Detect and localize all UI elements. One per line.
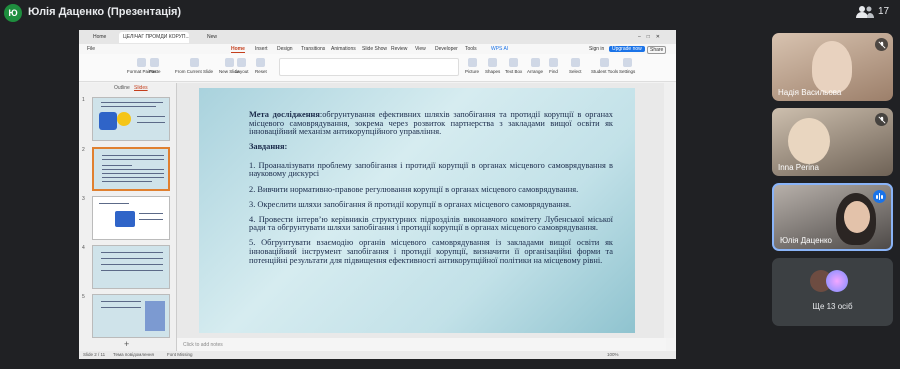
shapes-button[interactable]: Shapes — [485, 58, 500, 74]
student-icon — [600, 58, 610, 67]
menu-review[interactable]: Review — [391, 46, 407, 52]
slide-canvas: Мета дослідження:обгрунтування ефективни… — [177, 83, 666, 338]
menu-bar: File Home Insert Design Transitions Anim… — [79, 44, 676, 54]
brush-icon — [137, 58, 147, 67]
slide-task-1: 1. Проаналізувати проблему запобігання і… — [249, 160, 613, 179]
find-button[interactable]: Find — [549, 58, 558, 74]
shared-presentation-window: Home ЦЕЛІЧАГ ПРОМДИ КОРУП... New –□✕ Fil… — [79, 30, 676, 359]
participant-name: Юлія Даценко — [780, 236, 832, 245]
mic-off-icon — [875, 38, 888, 51]
upgrade-button[interactable]: Upgrade now — [609, 46, 645, 52]
tab-slides[interactable]: Slides — [134, 85, 148, 91]
add-slide-icon[interactable]: + — [124, 339, 129, 349]
participant-count: 17 — [878, 6, 890, 17]
slide-thumbnail-1[interactable] — [92, 97, 170, 141]
window-controls[interactable]: –□✕ — [634, 32, 670, 43]
slide-task-4: 4. Провести інтерв’ю керівників структур… — [249, 214, 613, 233]
picture-button[interactable]: Picture — [465, 58, 479, 74]
notes-field[interactable]: Click to add notes — [177, 338, 666, 351]
from-current-slide-button[interactable]: From Current Slide — [175, 58, 213, 74]
thumbnail-number: 1 — [82, 97, 85, 103]
sign-in-link[interactable]: Sign in — [589, 46, 604, 52]
people-icon[interactable] — [856, 5, 874, 19]
gear-icon — [622, 58, 632, 67]
mic-off-icon — [875, 113, 888, 126]
status-bar: Slide 2 / 11 Тема повідомлення Font Miss… — [79, 351, 676, 359]
tab-outline[interactable]: Outline — [114, 85, 130, 91]
slide-thumbnail-4[interactable] — [92, 245, 170, 289]
thumbnail-number: 5 — [82, 294, 85, 300]
reset-button[interactable]: Reset — [255, 58, 267, 74]
clipboard-icon — [150, 58, 160, 67]
participant-tile-2[interactable]: Inna Perina — [772, 108, 893, 176]
meeting-top-bar: Ю Юлія Даценко (Презентація) 17 — [0, 0, 900, 26]
text-box-icon — [509, 58, 519, 67]
tab-home[interactable]: Home — [89, 32, 110, 43]
menu-home[interactable]: Home — [231, 46, 245, 53]
arrange-button[interactable]: Arrange — [527, 58, 543, 74]
menu-transitions[interactable]: Transitions — [301, 46, 325, 52]
menu-file[interactable]: File — [87, 46, 95, 52]
font-missing-notice[interactable]: Font Missing — [167, 352, 193, 357]
share-button[interactable]: Share — [647, 46, 667, 54]
slide-body-text: Мета дослідження:обгрунтування ефективни… — [249, 110, 613, 272]
select-button[interactable]: Select — [569, 58, 582, 74]
thumbnail-number: 3 — [82, 196, 85, 202]
participant-tile-3[interactable]: Юлія Даценко — [772, 183, 893, 251]
tab-new[interactable]: New — [203, 32, 221, 43]
theme-name: Тема повідомлення — [113, 352, 154, 357]
right-tool-strip[interactable] — [664, 83, 674, 338]
thumbnail-number: 4 — [82, 245, 85, 251]
font-controls[interactable] — [279, 58, 459, 76]
slide-task-5: 5. Обгрунтувати взаємодію органів місцев… — [249, 238, 613, 265]
menu-slide-show[interactable]: Slide Show — [362, 46, 387, 52]
slide-task-2: 2. Вивчити нормативно-правове регулюванн… — [249, 184, 579, 194]
layout-icon — [237, 58, 247, 67]
tab-document[interactable]: ЦЕЛІЧАГ ПРОМДИ КОРУП... — [119, 32, 189, 43]
new-slide-icon — [224, 58, 234, 67]
current-slide[interactable]: Мета дослідження:обгрунтування ефективни… — [199, 88, 635, 333]
participant-tile-1[interactable]: Надія Васильова — [772, 33, 893, 101]
slide-counter: Slide 2 / 11 — [83, 352, 106, 357]
participant-name: Надія Васильова — [778, 88, 842, 97]
menu-tools[interactable]: Tools — [465, 46, 477, 52]
paste-button[interactable]: Paste — [149, 58, 161, 74]
layout-button[interactable]: Layout — [235, 58, 249, 74]
cursor-icon — [570, 58, 580, 67]
slide-thumbnails-panel: Outline Slides 1 2 3 4 5 + — [79, 83, 177, 351]
slide-thumbnail-2[interactable] — [92, 147, 170, 191]
others-label: Ще 13 осіб — [812, 302, 853, 311]
search-icon — [549, 58, 558, 67]
menu-developer[interactable]: Developer — [435, 46, 458, 52]
thumbnail-number: 2 — [82, 147, 85, 153]
picture-icon — [467, 58, 477, 67]
ribbon-toolbar: Format Painter Paste From Current Slide … — [79, 54, 676, 82]
zoom-level[interactable]: 100% — [607, 352, 619, 357]
bottom-control-strip — [0, 362, 900, 369]
arrange-icon — [530, 58, 540, 67]
speaking-indicator-icon — [873, 190, 886, 203]
slide-thumbnail-3[interactable] — [92, 196, 170, 240]
menu-design[interactable]: Design — [277, 46, 293, 52]
presenter-title: Юлія Даценко (Презентація) — [28, 6, 182, 18]
menu-insert[interactable]: Insert — [255, 46, 268, 52]
presenter-avatar: Ю — [4, 4, 22, 22]
app-tab-bar: Home ЦЕЛІЧАГ ПРОМДИ КОРУП... New –□✕ — [79, 30, 676, 44]
play-icon — [189, 58, 199, 67]
participant-name: Inna Perina — [778, 163, 819, 172]
slide-tasks-title: Завдання: — [249, 142, 288, 152]
slide-task-3: 3. Окреслити шляхи запобігання й протиді… — [249, 199, 572, 209]
shapes-icon — [488, 58, 498, 67]
slide-thumbnail-5[interactable] — [92, 294, 170, 338]
menu-wps-ai[interactable]: WPS AI — [491, 46, 508, 52]
text-box-button[interactable]: Text Box — [505, 58, 522, 74]
others-tile[interactable]: Ще 13 осіб — [772, 258, 893, 326]
settings-button[interactable]: Settings — [619, 58, 635, 74]
reset-icon — [256, 58, 266, 67]
avatar — [826, 270, 848, 292]
menu-animations[interactable]: Animations — [331, 46, 356, 52]
menu-view[interactable]: View — [415, 46, 426, 52]
student-tools-button[interactable]: Student Tools — [591, 58, 618, 74]
